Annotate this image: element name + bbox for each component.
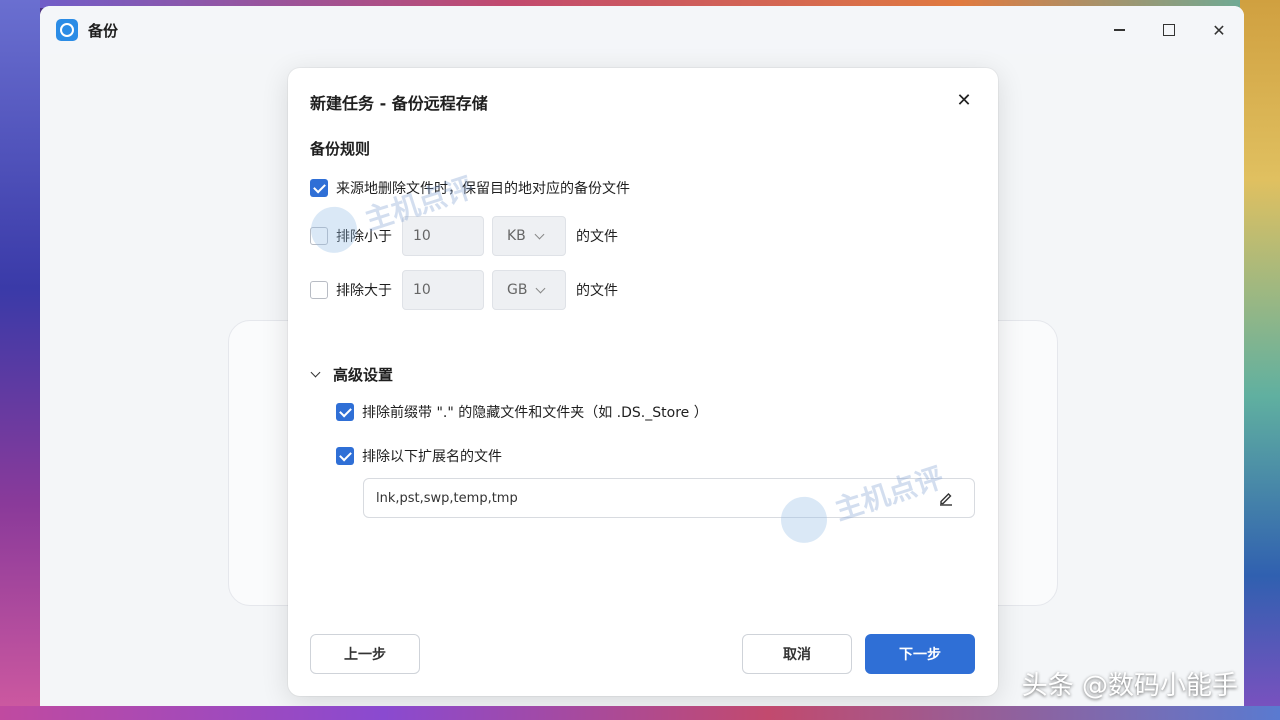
exclude-smaller-unit-value: KB <box>507 228 526 244</box>
wallpaper-right <box>1240 0 1280 720</box>
previous-step-button[interactable]: 上一步 <box>310 634 420 674</box>
exclude-larger-suffix: 的文件 <box>576 283 618 299</box>
title-bar: 备份 ✕ <box>40 6 1244 54</box>
window-controls: ✕ <box>1094 6 1244 54</box>
wallpaper-bottom <box>0 706 1280 720</box>
exclude-hidden-label: 排除前缀带 "." 的隐藏文件和文件夹（如 .DS._Store ） <box>362 405 708 421</box>
exclude-larger-unit-value: GB <box>507 282 528 298</box>
chevron-down-icon <box>536 283 546 293</box>
wallpaper-left <box>0 0 40 720</box>
exclude-smaller-suffix: 的文件 <box>576 229 618 245</box>
exclude-hidden-checkbox[interactable] <box>336 403 354 421</box>
exclude-larger-label: 排除大于 <box>336 283 392 299</box>
advanced-settings-toggle[interactable]: 高级设置 <box>310 364 394 385</box>
exclude-ext-checkbox[interactable] <box>336 447 354 465</box>
exclude-hidden-option[interactable]: 排除前缀带 "." 的隐藏文件和文件夹（如 .DS._Store ） <box>336 402 708 422</box>
exclude-ext-option[interactable]: 排除以下扩展名的文件 <box>336 446 502 466</box>
exclude-ext-label: 排除以下扩展名的文件 <box>362 449 502 465</box>
dialog-title: 新建任务 - 备份远程存储 <box>310 94 488 113</box>
app-window: 备份 ✕ 新建任务 - 备份远程存储 ✕ 备份规则 来源地删除文件时，保留目的地… <box>40 6 1244 706</box>
backup-app-icon <box>56 19 78 41</box>
footer-watermark: 头条 @数码小能手 <box>1021 671 1238 701</box>
minimize-icon[interactable] <box>1094 6 1144 54</box>
extension-list-value: lnk,pst,swp,temp,tmp <box>376 490 518 506</box>
site-watermark-2: 主机点评 <box>775 453 949 549</box>
next-step-button[interactable]: 下一步 <box>865 634 975 674</box>
exclude-larger-checkbox[interactable] <box>310 281 328 299</box>
chevron-down-icon <box>534 229 545 239</box>
exclude-larger-size-input[interactable]: 10 <box>402 270 484 310</box>
advanced-settings-label: 高级设置 <box>333 366 394 384</box>
dialog-close-icon[interactable]: ✕ <box>954 90 974 111</box>
close-icon[interactable]: ✕ <box>1194 6 1244 54</box>
maximize-icon[interactable] <box>1144 6 1194 54</box>
exclude-smaller-unit-select[interactable]: KB <box>492 216 566 256</box>
new-task-dialog: 新建任务 - 备份远程存储 ✕ 备份规则 来源地删除文件时，保留目的地对应的备份… <box>288 68 998 696</box>
app-title: 备份 <box>88 21 119 40</box>
keep-on-delete-checkbox[interactable] <box>310 179 328 197</box>
chevron-down-icon <box>310 367 321 378</box>
cancel-button[interactable]: 取消 <box>742 634 852 674</box>
exclude-larger-option: 排除大于 10 GB 的文件 <box>310 270 618 310</box>
backup-rules-heading: 备份规则 <box>310 140 371 158</box>
exclude-larger-unit-select[interactable]: GB <box>492 270 566 310</box>
